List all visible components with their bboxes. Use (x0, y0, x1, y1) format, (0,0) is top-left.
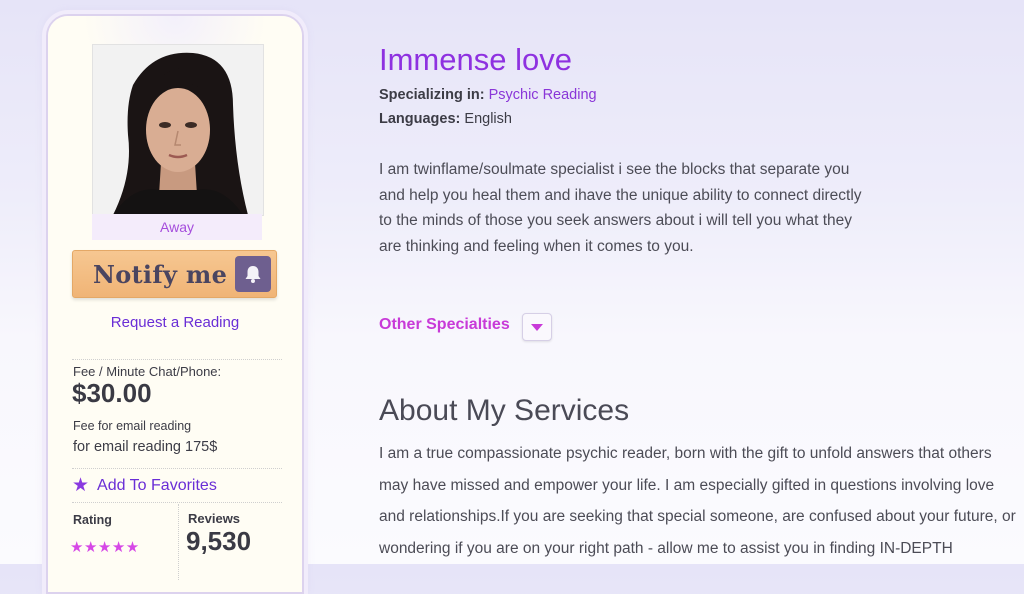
portrait-image (93, 45, 263, 215)
divider (72, 359, 282, 360)
advisor-name: Immense love (379, 42, 572, 77)
rating-stars: ★★★★★ (70, 539, 140, 556)
languages-value: English (464, 111, 512, 127)
divider (72, 468, 282, 469)
star-icon: ★ (72, 475, 90, 496)
fee-per-minute-label: Fee / Minute Chat/Phone: (73, 364, 222, 379)
specialty-link[interactable]: Psychic Reading (489, 87, 597, 103)
divider (72, 502, 282, 503)
languages-label: Languages: (379, 111, 461, 127)
fee-per-minute-value: $30.00 (72, 378, 152, 408)
bell-icon (235, 256, 271, 292)
specializing-label: Specializing in: (379, 87, 485, 103)
other-specialties-dropdown-button[interactable] (522, 313, 552, 341)
chevron-down-icon (531, 324, 543, 331)
email-fee-label: Fee for email reading (73, 419, 192, 433)
vertical-divider (178, 504, 179, 580)
rating-label: Rating (73, 513, 112, 527)
notify-me-label: Notify me (93, 260, 228, 289)
advisor-profile-card: Away Notify me Request a Reading Fee / M… (46, 14, 304, 594)
add-to-favorites-link[interactable]: ★ Add To Favorites (72, 476, 217, 495)
reviews-label: Reviews (188, 511, 241, 526)
about-services-text: I am a true compassionate psychic reader… (379, 445, 1016, 557)
add-to-favorites-label: Add To Favorites (97, 476, 217, 494)
languages-row: Languages: English (379, 111, 512, 127)
status-badge: Away (92, 214, 262, 240)
specializing-row: Specializing in: Psychic Reading (379, 87, 597, 103)
reviews-count[interactable]: 9,530 (186, 526, 251, 557)
advisor-photo[interactable] (92, 44, 264, 216)
about-services-heading: About My Services (379, 394, 630, 427)
request-reading-link[interactable]: Request a Reading (48, 314, 302, 331)
other-specialties-toggle[interactable]: Other Specialties (379, 316, 510, 334)
advisor-bio: I am twinflame/soulmate specialist i see… (379, 161, 862, 255)
email-fee-value: for email reading 175$ (73, 439, 218, 455)
notify-me-button[interactable]: Notify me (72, 250, 277, 298)
